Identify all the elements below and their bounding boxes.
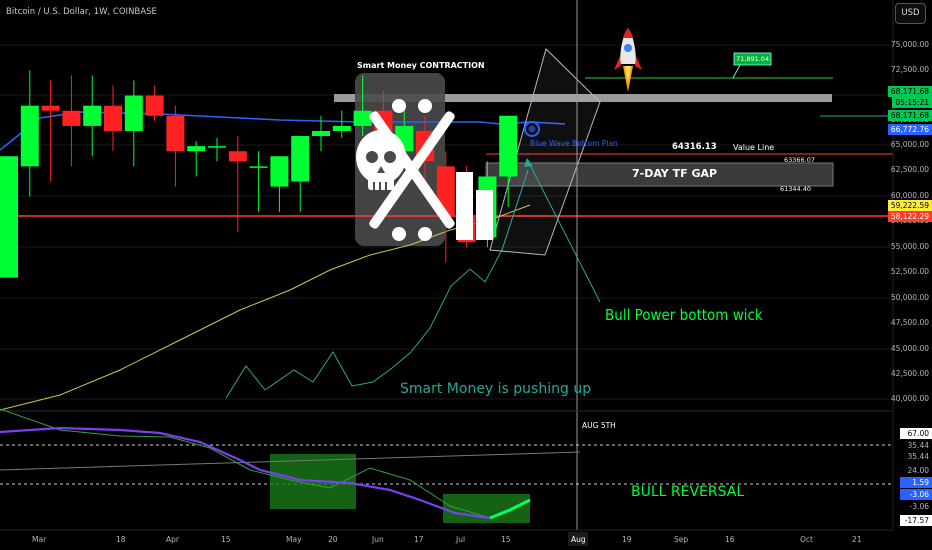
highlight-bar-1 [456,172,473,240]
candle-body[interactable] [166,115,185,152]
price-tick-label: 65,000.00 [890,140,929,149]
indicator-tick-label: -3.06 [900,489,932,500]
candle-body[interactable] [228,151,247,162]
candle-body[interactable] [353,110,372,126]
price-badge-3: 66,772.76 [887,124,932,135]
date-tick-label: Jul [456,535,466,544]
bull-power-label: Bull Power bottom wick [605,306,763,324]
tf-gap-label: 7-DAY TF GAP [632,167,718,180]
indicator-tick-label: 67.00 [900,428,932,439]
rocket-icon [614,28,642,92]
symbol-title: Bitcoin / U.S. Dollar, 1W, COINBASE [6,7,157,17]
date-tick-label: 15 [221,535,231,544]
indicator-tick-label: 35.44 [907,452,929,461]
indicator-tick-label: -3.06 [909,502,929,511]
candle-body[interactable] [291,136,310,182]
candle-body[interactable] [312,130,330,137]
bull-reversal-label: BULL REVERSAL [631,484,745,500]
indicator-tick-label: 1.59 [900,477,932,488]
date-tick-label: Apr [166,535,179,544]
date-tick-label: 15 [501,535,511,544]
level-64316-label: 64316.13 [672,142,717,152]
price-tick-label: 45,000.00 [890,344,929,353]
candle-body[interactable] [249,166,268,168]
yellow-moving-average [0,204,531,411]
price-tick-label: 55,000.00 [890,242,929,251]
candle-body[interactable] [270,156,289,187]
indicator-panel[interactable] [0,408,893,523]
indicator-box-right [443,494,530,523]
date-tick-label: 16 [725,535,735,544]
price-tick-label: 42,500.00 [890,369,929,378]
candle-body[interactable] [20,105,39,167]
highlight-bar-2 [476,190,493,240]
candle-body[interactable] [187,146,206,152]
candle-body[interactable] [208,146,226,148]
date-tick-label: Jun [372,535,384,544]
candle-body[interactable] [0,156,18,278]
smart-money-contraction-label: Smart Money CONTRACTION [357,61,485,70]
aug-5th-label: AUG 5TH [582,421,616,430]
smart-money-pushing-label: Smart Money is pushing up [400,381,592,397]
indicator-tick-label: 35.44 [907,441,929,450]
price-badge-1: 68,171.68 [887,86,932,97]
candle-body[interactable] [499,115,518,177]
indicator-tick-label: -17.57 [900,515,932,526]
date-tick-label: Aug [571,535,586,544]
candle-body[interactable] [104,105,122,131]
price-badge-4: 59,222.59 [887,200,932,211]
price-tick-label: 47,500.00 [890,318,929,327]
date-tick-label: 19 [622,535,632,544]
price-tick-label: 50,000.00 [890,293,929,302]
price-badge-5: 58,122.29 [887,211,932,222]
date-tick-label: 17 [414,535,424,544]
price-tick-label: 62,500.00 [890,165,929,174]
price-tick-label: 40,000.00 [890,394,929,403]
candle-body[interactable] [145,95,164,116]
candle-body[interactable] [83,105,102,126]
date-tick-label: Mar [32,535,47,544]
date-tick-label: Oct [800,535,813,544]
date-tick-label: 21 [852,535,862,544]
price-tick-label: 75,000.00 [890,40,929,49]
level-61344-label: 61344.40 [780,185,812,193]
price-tick-label: 60,000.00 [890,191,929,200]
countdown-badge: 05:15:21 [892,97,932,108]
price-tick-label: 72,500.00 [890,65,929,74]
date-tick-label: 20 [328,535,338,544]
value-line-label: Value Line [733,143,775,152]
candle-body[interactable] [124,95,143,131]
date-tick-label: May [286,535,302,544]
candle-body[interactable] [41,105,60,111]
candle-body[interactable] [332,125,351,131]
rocket-price-label: 71,891.04 [736,55,770,63]
candle-body[interactable] [62,110,81,126]
blue-wave-label: Blue Wave Bottom Plan [530,139,618,148]
date-tick-label: 18 [116,535,126,544]
date-tick-label: Sep [674,535,689,544]
rocket-tag-pointer [732,64,741,79]
blue-target-dot [528,125,536,133]
chart-canvas[interactable] [0,0,932,550]
indicator-tick-label: 24.00 [907,466,929,475]
price-tick-label: 52,500.00 [890,267,929,276]
price-badge-2: 68,171.68 [887,110,932,121]
level-63366-label: 63366.07 [784,156,816,164]
currency-button[interactable]: USD [895,3,926,24]
